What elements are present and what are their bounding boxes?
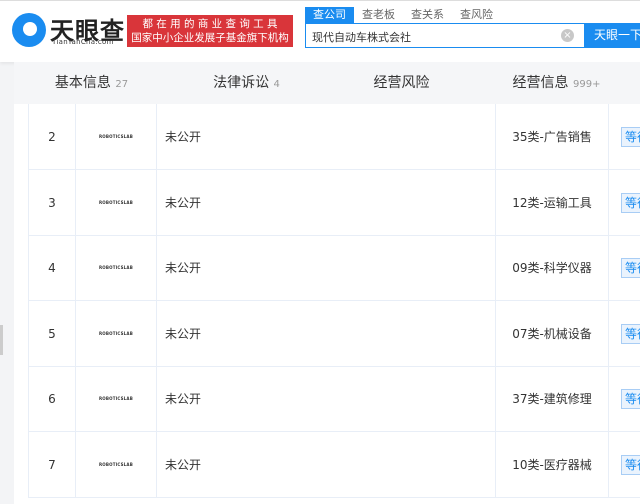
status-badge: 等待: [621, 192, 640, 213]
nav-count: 4: [273, 79, 280, 90]
trademark-class: 37类-建筑修理: [495, 366, 608, 432]
nav-label: 经营信息: [512, 75, 569, 91]
nav-operation-risk[interactable]: 经营风险: [324, 62, 479, 104]
section-nav: 基本信息 27 法律诉讼 4 经营风险 经营信息 999+: [14, 62, 640, 104]
trademark-class: 09类-科学仪器: [495, 235, 608, 301]
status-badge: 等待: [621, 454, 640, 475]
trademark-logo-image[interactable]: ROBOTICSLAB: [75, 104, 156, 170]
slogan-line-1: 都 在 用 的 商 业 查 询 工 具: [142, 18, 278, 30]
trademark-class: 35类-广告销售: [495, 104, 608, 170]
nav-count: 27: [115, 79, 129, 90]
trademark-logo-image[interactable]: ROBOTICSLAB: [75, 235, 156, 301]
search-value: 现代自动车株式会社: [312, 31, 411, 44]
trademark-class: 12类-运输工具: [495, 169, 608, 236]
table-row: 5 ROBOTICSLAB 未公开 07类-机械设备 等待: [28, 300, 640, 367]
tab-risk[interactable]: 查风险: [452, 7, 501, 23]
tab-company[interactable]: 查公司: [305, 7, 354, 23]
table-row: 7 ROBOTICSLAB 未公开 10类-医疗器械 等待: [28, 431, 640, 498]
slogan-line-2: 国家中小企业发展子基金旗下机构: [131, 32, 289, 44]
table-row: 2 ROBOTICSLAB 未公开 35类-广告销售 等待: [28, 104, 640, 170]
status-cell: 等待: [608, 104, 640, 170]
row-number: 2: [28, 104, 75, 170]
trademark-logo-image[interactable]: ROBOTICSLAB: [75, 431, 156, 498]
trademark-name: 未公开: [156, 431, 495, 498]
trademark-class: 07类-机械设备: [495, 300, 608, 367]
search-input[interactable]: 现代自动车株式会社 ×: [305, 23, 585, 48]
trademark-name: 未公开: [156, 300, 495, 367]
status-cell: 等待: [608, 431, 640, 498]
row-number: 7: [28, 431, 75, 498]
tab-relation[interactable]: 查关系: [403, 7, 452, 23]
brand-domain: TianYanCha.com: [52, 38, 114, 46]
trademark-logo-image[interactable]: ROBOTICSLAB: [75, 169, 156, 236]
header: 天眼查 TianYanCha.com 都 在 用 的 商 业 查 询 工 具 国…: [0, 0, 640, 62]
trademark-name: 未公开: [156, 104, 495, 170]
status-badge: 等待: [621, 127, 640, 147]
status-cell: 等待: [608, 235, 640, 301]
table-row: 4 ROBOTICSLAB 未公开 09类-科学仪器 等待: [28, 235, 640, 301]
nav-label: 经营风险: [373, 75, 430, 91]
status-badge: 等待: [621, 389, 640, 409]
search-tabs: 查公司 查老板 查关系 查风险: [305, 7, 501, 23]
trademark-logo-image[interactable]: ROBOTICSLAB: [75, 300, 156, 367]
tab-boss[interactable]: 查老板: [354, 7, 403, 23]
nav-label: 基本信息: [54, 75, 111, 91]
status-cell: 等待: [608, 169, 640, 236]
row-number: 3: [28, 169, 75, 236]
slogan-banner: 都 在 用 的 商 业 查 询 工 具 国家中小企业发展子基金旗下机构: [127, 15, 293, 47]
row-number: 6: [28, 366, 75, 432]
trademark-name: 未公开: [156, 169, 495, 236]
nav-count: 999+: [572, 79, 601, 90]
search-button[interactable]: 天眼一下: [584, 23, 640, 48]
trademark-name: 未公开: [156, 235, 495, 301]
nav-label: 法律诉讼: [213, 75, 270, 91]
status-badge: 等待: [621, 258, 640, 278]
scrollbar[interactable]: [0, 325, 3, 355]
table-row: 6 ROBOTICSLAB 未公开 37类-建筑修理 等待: [28, 366, 640, 432]
row-number: 5: [28, 300, 75, 367]
trademark-logo-image[interactable]: ROBOTICSLAB: [75, 366, 156, 432]
status-cell: 等待: [608, 300, 640, 367]
nav-basic-info[interactable]: 基本信息 27: [14, 62, 169, 104]
row-number: 4: [28, 235, 75, 301]
nav-legal[interactable]: 法律诉讼 4: [169, 62, 324, 104]
trademark-class: 10类-医疗器械: [495, 431, 608, 498]
tianyancha-logo-icon[interactable]: [12, 13, 46, 47]
table-row: 3 ROBOTICSLAB 未公开 12类-运输工具 等待: [28, 169, 640, 236]
status-badge: 等待: [621, 323, 640, 344]
nav-operation-info[interactable]: 经营信息 999+: [479, 62, 634, 104]
trademark-name: 未公开: [156, 366, 495, 432]
clear-icon[interactable]: ×: [561, 29, 574, 42]
status-cell: 等待: [608, 366, 640, 432]
